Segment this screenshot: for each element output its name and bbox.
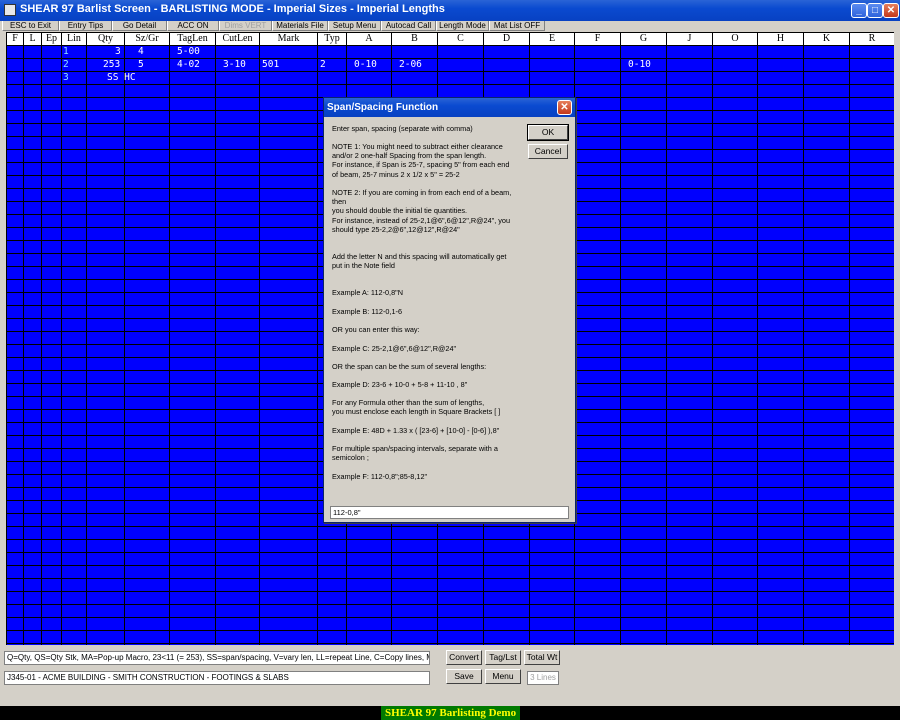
- demo-banner-text: SHEAR 97 Barlisting Demo: [381, 706, 521, 720]
- row2-a[interactable]: 0-10: [354, 59, 377, 71]
- col-header-h[interactable]: H: [758, 33, 804, 46]
- col-header-qty[interactable]: Qty: [87, 33, 125, 46]
- col-header-g[interactable]: G: [621, 33, 667, 46]
- row2-taglen[interactable]: 4-02: [177, 59, 200, 71]
- ok-button[interactable]: OK: [527, 124, 569, 141]
- col-header-f2[interactable]: F: [575, 33, 621, 46]
- col-header-e[interactable]: E: [530, 33, 575, 46]
- entry-tips-button[interactable]: Entry Tips: [59, 21, 112, 31]
- dialog-example-f: Example F: 112-0,8";85-8,12": [332, 472, 428, 481]
- dialog-title[interactable]: Span/Spacing Function: [324, 98, 575, 117]
- row2-cutlen[interactable]: 3-10: [223, 59, 246, 71]
- col-header-ep[interactable]: Ep: [42, 33, 62, 46]
- col-header-f[interactable]: F: [7, 33, 24, 46]
- menu-button[interactable]: Menu: [485, 669, 521, 684]
- col-header-r[interactable]: R: [850, 33, 894, 46]
- row3-qty[interactable]: SS HC: [107, 72, 136, 84]
- span-spacing-dialog: Span/Spacing Function ✕ OK Cancel Enter …: [323, 97, 576, 523]
- row2-typ[interactable]: 2: [320, 59, 326, 71]
- esc-to-exit-button[interactable]: ESC to Exit: [2, 21, 59, 31]
- row1-taglen[interactable]: 5-00: [177, 46, 200, 58]
- col-header-o[interactable]: O: [713, 33, 758, 46]
- minimize-button[interactable]: _: [851, 3, 867, 18]
- job-field: J345-01 - ACME BUILDING - SMITH CONSTRUC…: [4, 671, 430, 685]
- col-header-j[interactable]: J: [667, 33, 713, 46]
- toolbar: ESC to Exit Entry Tips Go Detail ACC ON …: [0, 21, 900, 31]
- line-count: 3 Lines: [527, 671, 559, 685]
- dialog-instruction: Enter span, spacing (separate with comma…: [332, 124, 473, 133]
- col-header-k[interactable]: K: [804, 33, 850, 46]
- row2-b[interactable]: 2-06: [399, 59, 422, 71]
- col-header-a[interactable]: A: [347, 33, 392, 46]
- dialog-example-c: Example C: 25-2,1@6",6@12",R@24": [332, 344, 457, 353]
- hint-field: Q=Qty, QS=Qty Stk, MA=Pop-up Macro, 23<1…: [4, 651, 430, 665]
- autocad-call-button[interactable]: Autocad Call: [381, 21, 436, 31]
- col-header-lin[interactable]: Lin: [62, 33, 87, 46]
- tag-lst-button[interactable]: Tag/Lst: [485, 650, 521, 665]
- span-spacing-input[interactable]: 112-0,8": [330, 506, 569, 519]
- dialog-example-b: Example B: 112-0,1-6: [332, 307, 403, 316]
- dialog-multiple-note: For multiple span/spacing intervals, sep…: [332, 444, 498, 463]
- col-header-sz-gr[interactable]: Sz/Gr: [125, 33, 170, 46]
- grid-header: F L Ep Lin Qty Sz/Gr TagLen CutLen Mark …: [7, 33, 894, 46]
- col-header-c[interactable]: C: [438, 33, 484, 46]
- col-header-l[interactable]: L: [24, 33, 42, 46]
- dialog-example-d: Example D: 23-6 + 10-0 + 5-8 + 11-10 , 8…: [332, 380, 468, 389]
- row2-qty[interactable]: 253: [103, 59, 120, 71]
- row1-lin[interactable]: 1: [63, 46, 69, 58]
- demo-banner: SHEAR 97 Barlisting Demo: [0, 706, 900, 720]
- dialog-note2: NOTE 2: If you are coming in from each e…: [332, 188, 512, 234]
- go-detail-button[interactable]: Go Detail: [112, 21, 167, 31]
- row2-g[interactable]: 0-10: [628, 59, 651, 71]
- row1-qty[interactable]: 3: [115, 46, 121, 58]
- setup-menu-button[interactable]: Setup Menu: [328, 21, 381, 31]
- col-header-typ[interactable]: Typ: [318, 33, 347, 46]
- window-title: SHEAR 97 Barlist Screen - BARLISTING MOD…: [20, 3, 445, 15]
- cancel-button[interactable]: Cancel: [528, 144, 568, 159]
- dialog-example-e: Example E: 48D + 1.33 x ( [23-6] + [10-0…: [332, 426, 500, 435]
- convert-button[interactable]: Convert: [446, 650, 482, 665]
- row1-sz[interactable]: 4: [138, 46, 144, 58]
- dims-vert-button[interactable]: Dims VERT: [219, 21, 272, 31]
- col-header-cutlen[interactable]: CutLen: [216, 33, 260, 46]
- row2-mark[interactable]: 501: [262, 59, 279, 71]
- close-button[interactable]: ✕: [883, 3, 899, 18]
- dialog-or-enter: OR you can enter this way:: [332, 325, 420, 334]
- col-header-taglen[interactable]: TagLen: [170, 33, 216, 46]
- row2-lin[interactable]: 2: [63, 59, 69, 71]
- col-header-mark[interactable]: Mark: [260, 33, 318, 46]
- dialog-example-a: Example A: 112-0,8"N: [332, 288, 404, 297]
- title-bar[interactable]: SHEAR 97 Barlist Screen - BARLISTING MOD…: [0, 0, 900, 21]
- acc-on-button[interactable]: ACC ON: [167, 21, 219, 31]
- dialog-note1: NOTE 1: You might need to subtract eithe…: [332, 142, 510, 179]
- dialog-or-sum: OR the span can be the sum of several le…: [332, 362, 487, 371]
- dialog-note-n: Add the letter N and this spacing will a…: [332, 252, 507, 271]
- col-header-b[interactable]: B: [392, 33, 438, 46]
- col-header-d[interactable]: D: [484, 33, 530, 46]
- total-wt-button[interactable]: Total Wt: [524, 650, 560, 665]
- maximize-button[interactable]: □: [867, 3, 883, 18]
- app-icon[interactable]: [4, 4, 16, 16]
- dialog-formula-note: For any Formula other than the sum of le…: [332, 398, 501, 417]
- row2-sz[interactable]: 5: [138, 59, 144, 71]
- mat-list-off-button[interactable]: Mat List OFF: [489, 21, 545, 31]
- save-button[interactable]: Save: [446, 669, 482, 684]
- materials-file-button[interactable]: Materials File: [272, 21, 328, 31]
- barlist-window: SHEAR 97 Barlist Screen - BARLISTING MOD…: [0, 0, 900, 706]
- length-mode-button[interactable]: Length Mode: [436, 21, 489, 31]
- row3-lin[interactable]: 3: [63, 72, 69, 84]
- dialog-close-button[interactable]: ✕: [557, 100, 572, 115]
